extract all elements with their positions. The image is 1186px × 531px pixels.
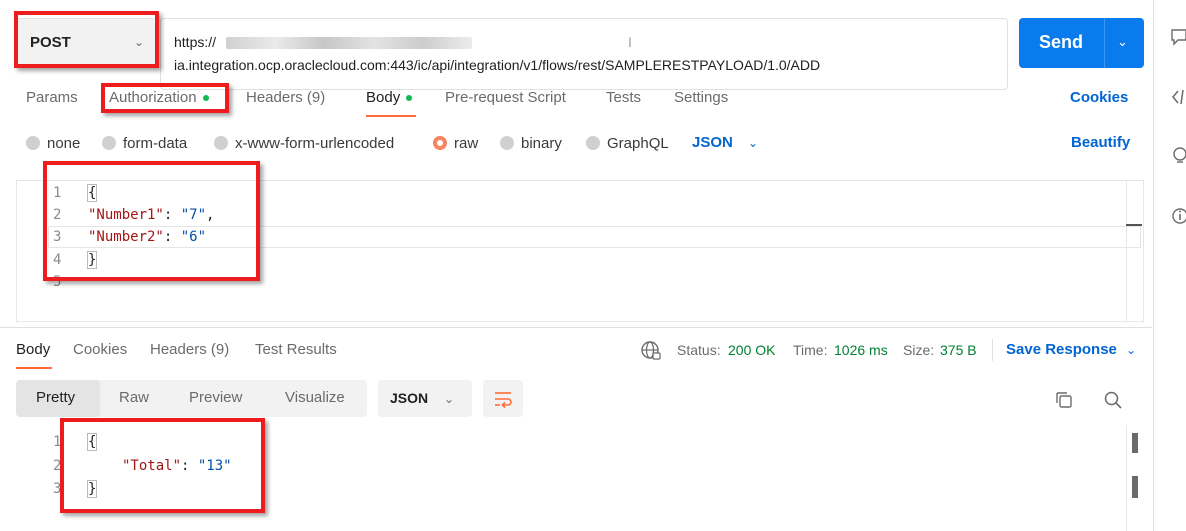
- active-tab-underline: [16, 367, 52, 369]
- radio-binary-label: binary: [521, 135, 562, 152]
- status-value[interactable]: 200 OK: [728, 342, 775, 358]
- response-scrollbar[interactable]: [1132, 476, 1138, 498]
- response-format-label: JSON: [390, 390, 429, 406]
- tab-response-body[interactable]: Body: [16, 341, 50, 358]
- url-text-line2: ia.integration.ocp.oraclecloud.com:443/i…: [174, 57, 821, 73]
- view-visualize[interactable]: Visualize: [285, 389, 345, 406]
- radio-binary[interactable]: [500, 136, 514, 150]
- save-response-button[interactable]: Save Response: [1006, 341, 1117, 358]
- status-label: Status:: [677, 342, 721, 358]
- url-input[interactable]: [160, 18, 1008, 90]
- response-scrollbar[interactable]: [1132, 433, 1138, 453]
- info-icon[interactable]: [1170, 206, 1186, 226]
- send-options-chevron-icon[interactable]: ⌄: [1117, 34, 1128, 50]
- code-snippet-icon[interactable]: [1170, 88, 1186, 106]
- tab-body[interactable]: Body: [366, 89, 413, 106]
- annotation-authorization-box: [101, 83, 229, 113]
- globe-icon[interactable]: [640, 340, 662, 362]
- view-raw[interactable]: Raw: [119, 389, 149, 406]
- view-pretty[interactable]: Pretty: [36, 389, 75, 406]
- search-icon[interactable]: [1103, 390, 1123, 410]
- annotation-response-body-box: [60, 418, 265, 513]
- right-sidebar: [1153, 0, 1186, 531]
- documentation-icon[interactable]: [1170, 28, 1186, 46]
- editor-scrollbar[interactable]: [1126, 224, 1142, 226]
- chevron-down-icon[interactable]: ⌄: [1126, 343, 1136, 357]
- status-divider: [992, 339, 993, 361]
- radio-urlencoded[interactable]: [214, 136, 228, 150]
- indicator-dot-icon: [406, 95, 413, 102]
- cookies-link[interactable]: Cookies: [1070, 89, 1128, 106]
- tab-params[interactable]: Params: [26, 89, 78, 106]
- tab-response-cookies[interactable]: Cookies: [73, 341, 127, 358]
- time-label: Time:: [793, 342, 828, 358]
- radio-form-data[interactable]: [102, 136, 116, 150]
- response-scrollbar-track: [1126, 425, 1127, 531]
- send-label: Send: [1039, 32, 1084, 52]
- pane-separator[interactable]: [0, 327, 1152, 328]
- copy-icon[interactable]: [1054, 390, 1074, 410]
- annotation-method-box: [14, 11, 159, 68]
- radio-graphql-label: GraphQL: [607, 135, 669, 152]
- send-divider: [1104, 18, 1105, 68]
- text-cursor-icon: I: [628, 34, 632, 50]
- tab-response-headers[interactable]: Headers (9): [150, 341, 229, 358]
- chevron-down-icon[interactable]: ⌄: [748, 136, 758, 150]
- radio-none[interactable]: [26, 136, 40, 150]
- url-text-line1: https://: [174, 34, 217, 50]
- radio-none-label: none: [47, 135, 81, 152]
- time-value[interactable]: 1026 ms: [834, 342, 888, 358]
- tab-headers[interactable]: Headers (9): [246, 89, 325, 106]
- size-value[interactable]: 375 B: [940, 342, 977, 358]
- annotation-request-body-box: [43, 161, 260, 281]
- tab-tests[interactable]: Tests: [606, 89, 641, 106]
- editor-scrollbar-track: [1126, 181, 1127, 321]
- radio-form-data-label: form-data: [123, 135, 188, 152]
- radio-raw-label: raw: [454, 135, 479, 152]
- view-preview[interactable]: Preview: [189, 389, 242, 406]
- lightbulb-icon[interactable]: [1170, 146, 1186, 166]
- tab-body-label: Body: [366, 89, 401, 106]
- radio-graphql[interactable]: [586, 136, 600, 150]
- redacted-host: [226, 37, 472, 49]
- tab-prerequest-script[interactable]: Pre-request Script: [445, 89, 566, 106]
- radio-urlencoded-label: x-www-form-urlencoded: [235, 135, 395, 152]
- body-format-select[interactable]: JSON: [692, 134, 733, 151]
- size-label: Size:: [903, 342, 935, 358]
- wrap-lines-icon: [495, 392, 512, 409]
- active-tab-underline: [366, 115, 416, 117]
- beautify-button[interactable]: Beautify: [1071, 134, 1130, 151]
- radio-raw[interactable]: [433, 136, 447, 150]
- tab-test-results[interactable]: Test Results: [255, 341, 337, 358]
- tab-settings[interactable]: Settings: [674, 89, 728, 106]
- chevron-down-icon[interactable]: ⌄: [444, 392, 454, 406]
